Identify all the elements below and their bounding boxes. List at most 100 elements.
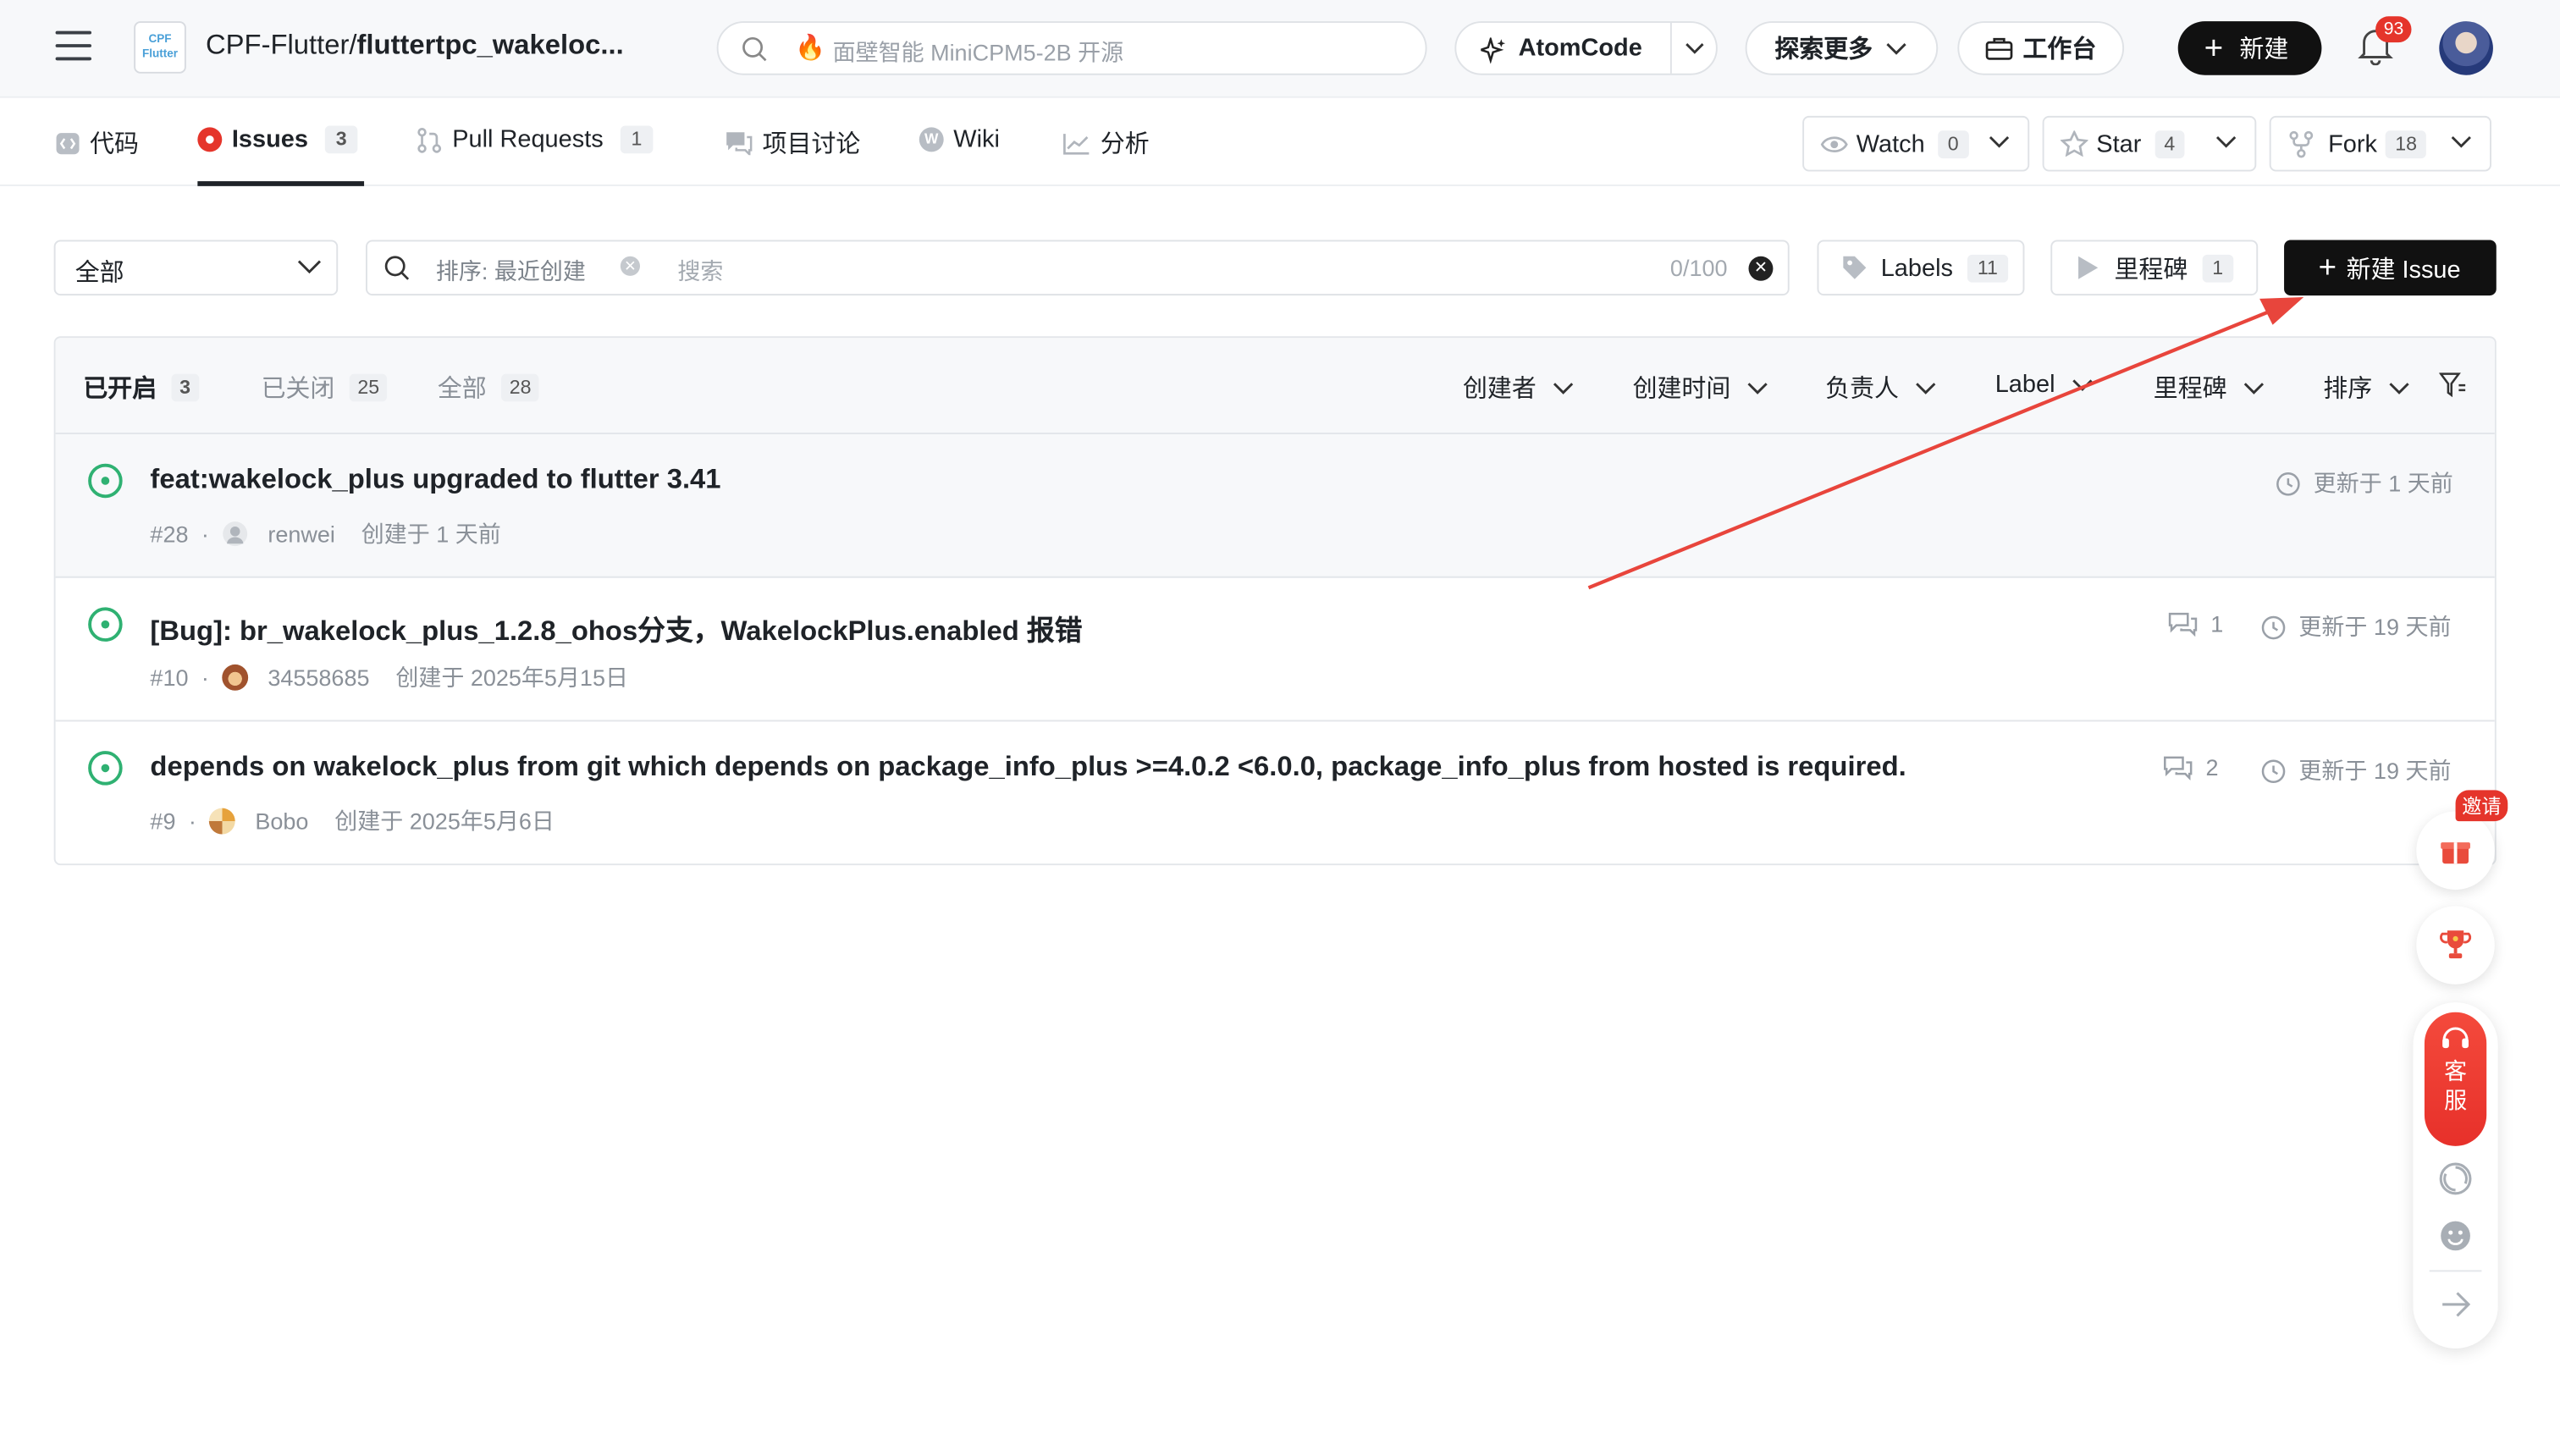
tab-issues-label: Issues — [231, 125, 308, 154]
fire-icon: 🔥 — [795, 34, 826, 63]
issue-author[interactable]: 34558685 — [268, 665, 369, 691]
chevron-down-icon — [2243, 382, 2265, 394]
sort-remove-icon[interactable]: ✕ — [620, 256, 640, 276]
state-tab-closed[interactable]: 已关闭 25 — [262, 371, 388, 405]
state-tab-all[interactable]: 全部 28 — [438, 371, 540, 405]
issue-author[interactable]: Bobo — [255, 808, 308, 835]
new-issue-label: 新建 Issue — [2346, 255, 2461, 284]
issue-comment-count: 2 — [2205, 753, 2219, 780]
tab-wiki[interactable]: W Wiki — [919, 125, 1000, 153]
issue-meta: #9 · Bobo 创建于 2025年5月6日 — [150, 805, 554, 838]
milestone-flag-icon — [2078, 256, 2099, 279]
atomcode-divider — [1669, 22, 1672, 74]
filter-milestone[interactable]: 里程碑 — [2154, 371, 2265, 405]
clear-search-icon[interactable]: ✕ — [1748, 256, 1774, 281]
global-search[interactable]: 🔥 面壁智能 MiniCPM5-2B 开源 — [716, 21, 1427, 75]
side-toolbar: 客 服 — [2413, 1002, 2498, 1348]
menu-icon[interactable] — [55, 30, 91, 64]
new-label: 新建 — [2239, 36, 2289, 64]
state-tab-open[interactable]: 已开启 3 — [83, 371, 199, 405]
issue-author[interactable]: renwei — [268, 521, 335, 547]
plus-icon: + — [2204, 30, 2224, 67]
code-icon — [56, 132, 80, 154]
new-button[interactable]: + 新建 — [2177, 21, 2322, 75]
tab-pull-requests-label: Pull Requests — [452, 125, 604, 154]
state-tab-all-count: 28 — [501, 373, 540, 402]
user-avatar[interactable] — [2439, 21, 2493, 75]
atomcode-button[interactable]: AtomCode — [1454, 21, 1718, 75]
customer-service-label-1: 客 — [2444, 1057, 2468, 1084]
state-tab-open-label: 已开启 — [83, 375, 157, 404]
issue-title[interactable]: depends on wakelock_plus from git which … — [150, 751, 1906, 784]
repo-title[interactable]: CPF-Flutter/fluttertpc_wakeloc... — [206, 30, 624, 63]
filter-sort[interactable]: 排序 — [2323, 371, 2409, 405]
fork-button[interactable]: Fork 18 — [2269, 115, 2491, 172]
milestones-button[interactable]: 里程碑 1 — [2050, 240, 2259, 296]
issue-created: 创建于 2025年5月6日 — [334, 808, 554, 835]
tab-issues[interactable]: Issues 3 — [197, 125, 359, 154]
repo-logo[interactable]: CPF Flutter — [134, 21, 186, 74]
eye-icon — [1820, 135, 1848, 152]
tab-analysis[interactable]: 分析 — [1062, 125, 1150, 159]
clock-icon — [2261, 615, 2286, 639]
issue-row[interactable]: feat:wakelock_plus upgraded to flutter 3… — [55, 433, 2495, 578]
issue-search-placeholder[interactable]: 搜索 — [677, 255, 723, 288]
filter-assignee-label: 负责人 — [1825, 375, 1899, 404]
repo-logo-line2: Flutter — [141, 48, 179, 61]
repo-logo-line1: CPF — [148, 34, 172, 46]
customer-service-button[interactable]: 客 服 — [2424, 1012, 2487, 1146]
repo-name[interactable]: fluttertpc_wakeloc... — [357, 30, 624, 61]
chevron-down-icon — [1747, 382, 1768, 394]
tab-code[interactable]: 代码 — [56, 125, 139, 159]
tab-pull-requests[interactable]: Pull Requests 1 — [417, 125, 654, 154]
issue-updated: 更新于 19 天前 — [2261, 610, 2451, 643]
watch-button[interactable]: Watch 0 — [1802, 115, 2030, 172]
issue-number: #10 — [150, 664, 189, 691]
refresh-swirl-icon[interactable] — [2437, 1161, 2473, 1196]
issue-updated-label: 更新于 19 天前 — [2298, 757, 2452, 784]
issue-search-input[interactable]: 排序: 最近创建 ✕ 搜索 0/100 ✕ — [365, 240, 1790, 296]
tag-icon — [1843, 256, 1867, 279]
star-button[interactable]: Star 4 — [2042, 115, 2257, 172]
filter-author[interactable]: 创建者 — [1463, 371, 1574, 405]
issue-title[interactable]: [Bug]: br_wakelock_plus_1.2.8_ohos分支，Wak… — [150, 607, 1082, 648]
repo-owner[interactable]: CPF-Flutter/ — [206, 30, 357, 61]
explore-more-label: 探索更多 — [1774, 36, 1873, 64]
filter-label[interactable]: Label — [1995, 371, 2093, 399]
clock-icon — [2276, 472, 2300, 495]
fork-count: 18 — [2385, 130, 2427, 158]
issue-state-select[interactable]: 全部 — [53, 240, 339, 296]
issue-comments[interactable]: 1 — [2168, 610, 2223, 637]
global-search-placeholder[interactable]: 面壁智能 MiniCPM5-2B 开源 — [833, 36, 1124, 69]
issue-title[interactable]: feat:wakelock_plus upgraded to flutter 3… — [150, 464, 720, 497]
issue-meta: #10 · 34558685 创建于 2025年5月15日 — [150, 661, 628, 694]
invite-button[interactable] — [2416, 811, 2495, 891]
workspace-button[interactable]: 工作台 — [1957, 21, 2125, 75]
chevron-down-icon — [1916, 382, 1936, 394]
smiley-icon[interactable] — [2437, 1218, 2473, 1254]
labels-button[interactable]: Labels 11 — [1817, 240, 2025, 296]
issue-updated: 更新于 1 天前 — [2276, 467, 2453, 500]
sparkle-icon — [1481, 37, 1506, 64]
new-issue-button[interactable]: + 新建 Issue — [2284, 240, 2497, 296]
discussion-icon — [726, 132, 753, 156]
active-tab-underline — [197, 181, 365, 186]
filter-created-time-label: 创建时间 — [1632, 375, 1731, 404]
explore-more-button[interactable]: 探索更多 — [1745, 21, 1939, 75]
clock-icon — [2261, 758, 2286, 783]
arrow-right-icon[interactable] — [2437, 1288, 2473, 1321]
rewards-button[interactable] — [2416, 906, 2495, 984]
issue-list-header: 已开启 3 已关闭 25 全部 28 创建者 创建时间 负责人 Label 里程… — [55, 338, 2495, 434]
notification-badge: 93 — [2375, 16, 2412, 43]
briefcase-icon — [1985, 37, 2013, 60]
tab-discussions[interactable]: 项目讨论 — [725, 125, 860, 159]
issue-row[interactable]: depends on wakelock_plus from git which … — [56, 721, 2495, 863]
meta-separator: · — [188, 808, 196, 835]
filter-assignee[interactable]: 负责人 — [1825, 371, 1936, 405]
chevron-down-icon[interactable] — [1685, 41, 1704, 57]
filter-created-time[interactable]: 创建时间 — [1633, 371, 1768, 405]
issue-row[interactable]: [Bug]: br_wakelock_plus_1.2.8_ohos分支，Wak… — [55, 578, 2495, 722]
filter-funnel-icon[interactable] — [2439, 372, 2467, 399]
issue-created: 创建于 2025年5月15日 — [395, 664, 628, 691]
issue-comments[interactable]: 2 — [2163, 753, 2219, 780]
